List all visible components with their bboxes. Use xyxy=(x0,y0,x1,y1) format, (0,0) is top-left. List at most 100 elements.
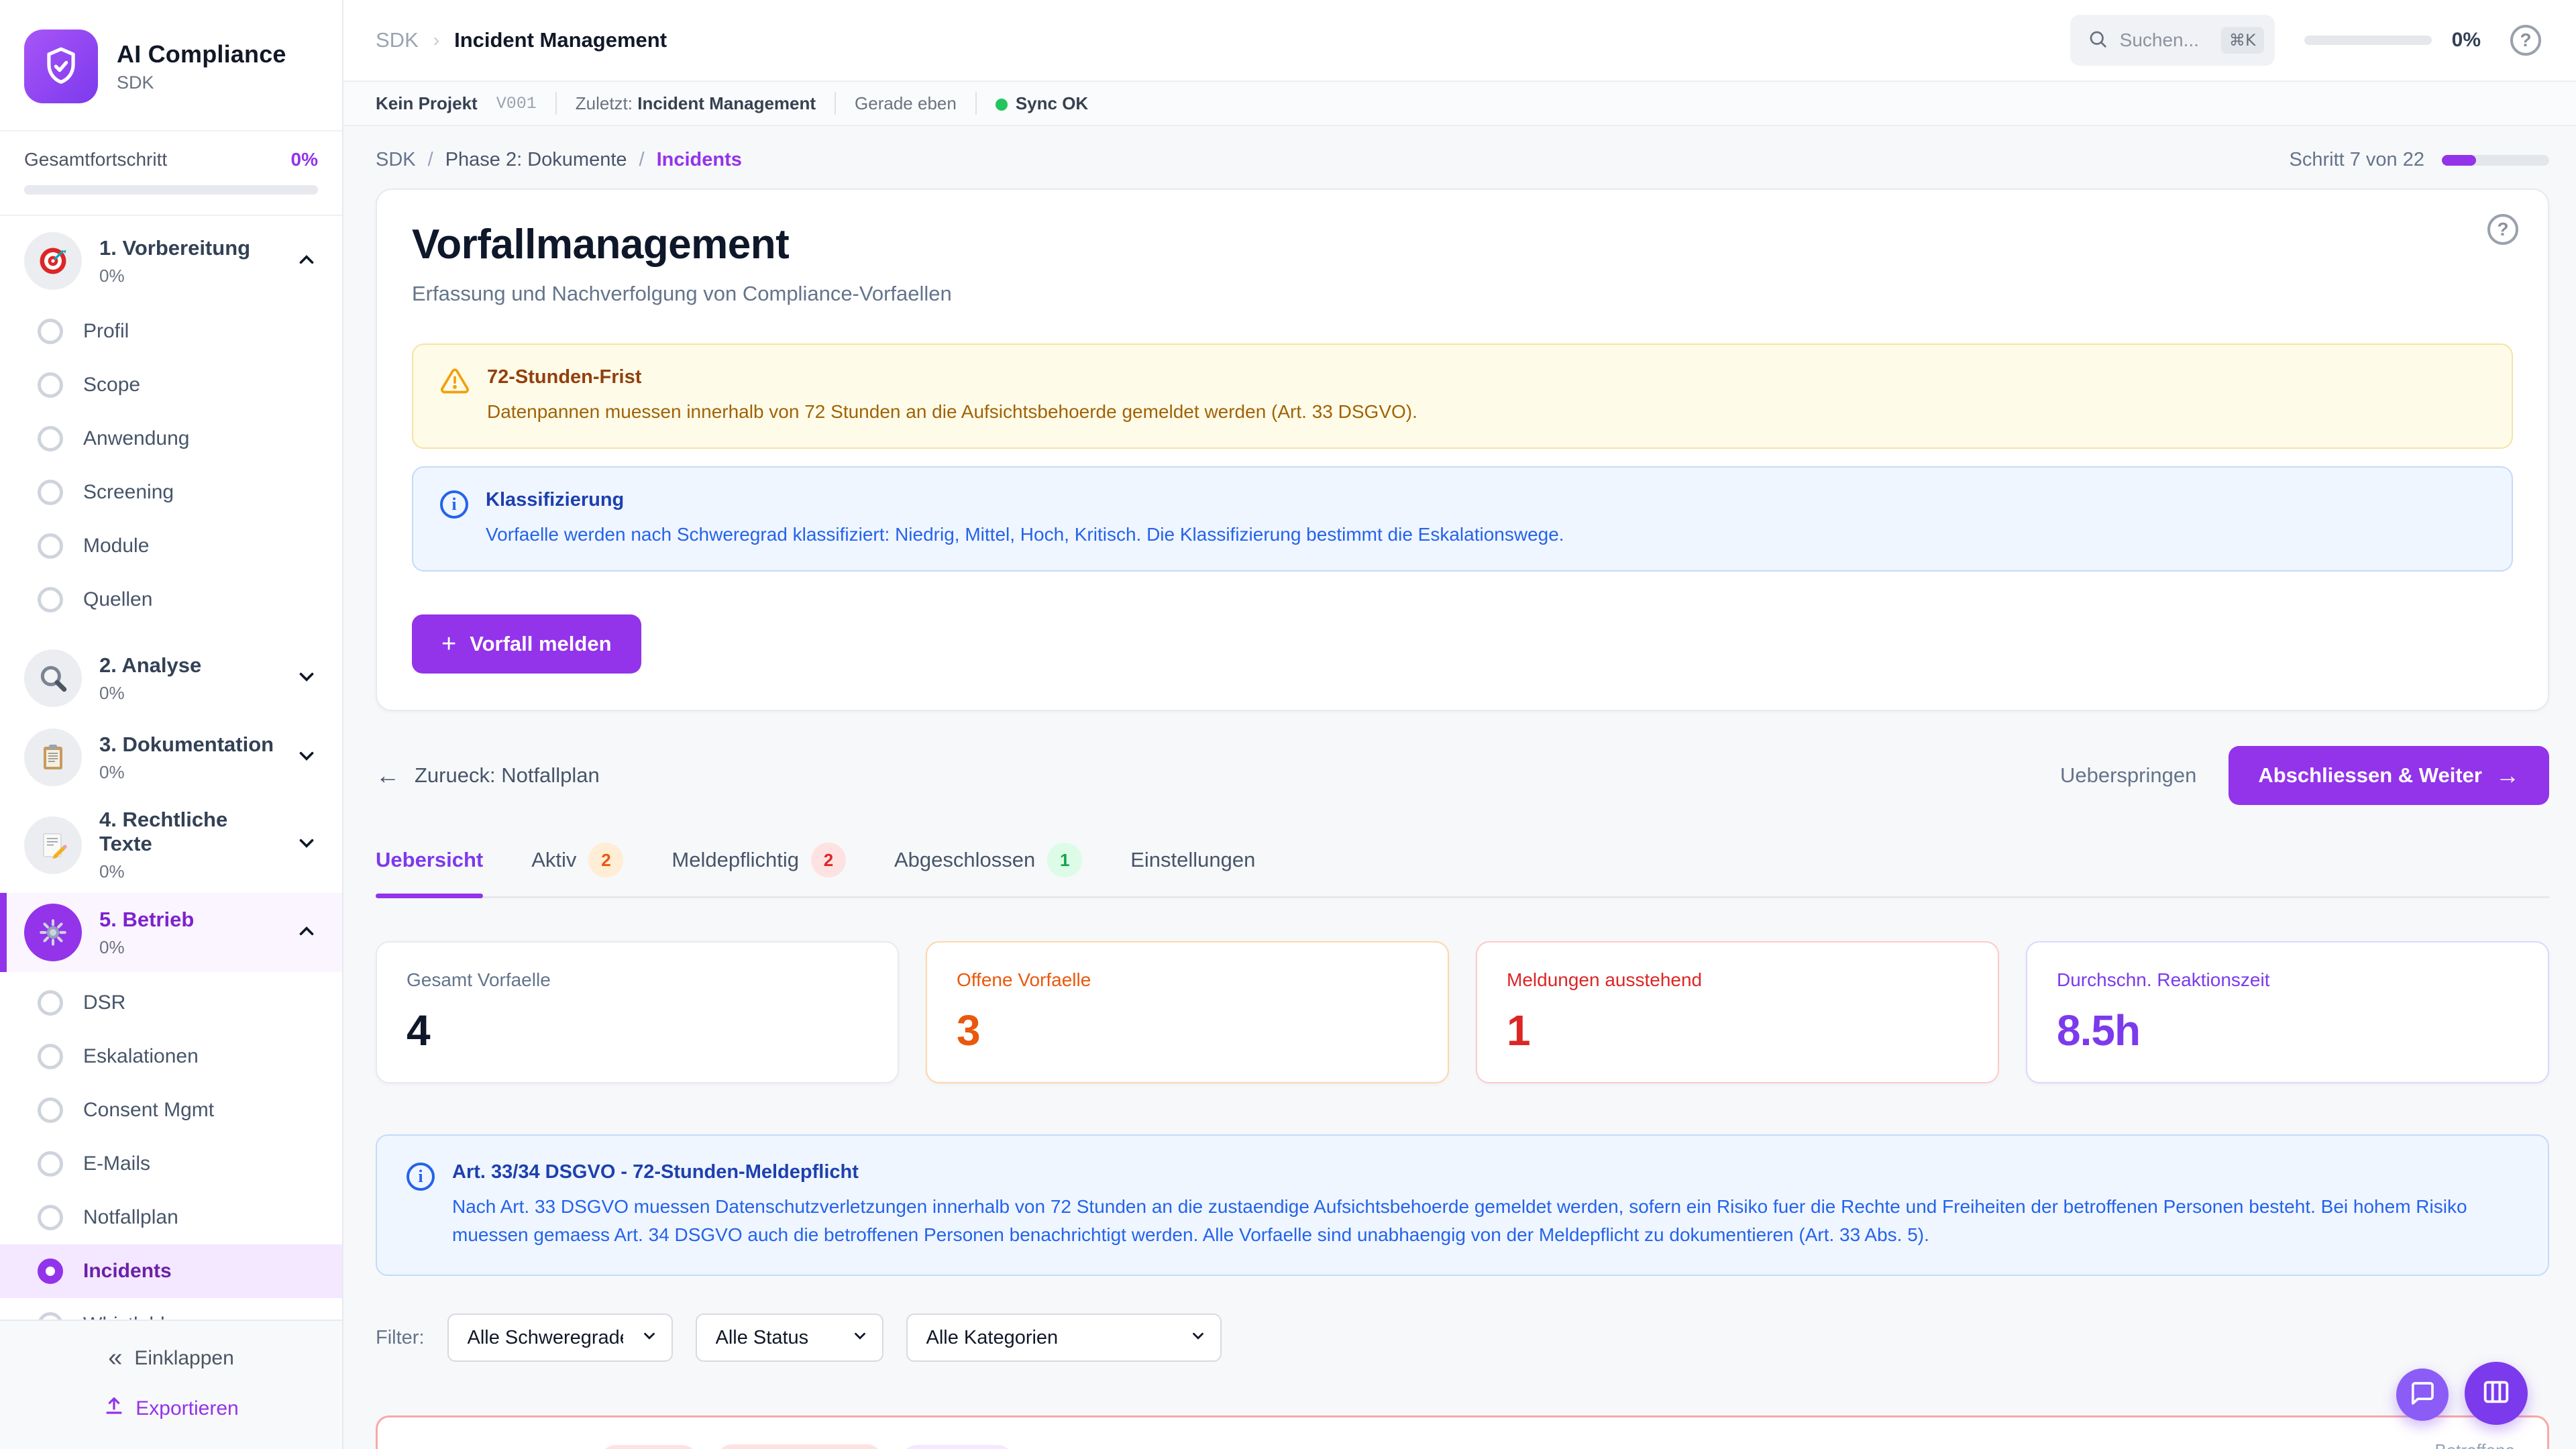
dsgvo-note-banner: i Art. 33/34 DSGVO - 72-Stunden-Meldepfl… xyxy=(376,1134,2549,1276)
sidebar-section-betrieb[interactable]: 5. Betrieb 0% xyxy=(0,893,342,972)
sidebar-item-incidents[interactable]: Incidents xyxy=(0,1244,342,1298)
report-incident-button[interactable]: + Vorfall melden xyxy=(412,614,641,674)
incident-metric-label: Betroffene xyxy=(2431,1440,2515,1449)
dsgvo-note-text: Nach Art. 33 DSGVO muessen Datenschutzve… xyxy=(452,1193,2518,1249)
warning-text: Datenpannen muessen innerhalb von 72 Stu… xyxy=(487,398,1417,426)
tab-badge: 2 xyxy=(811,843,846,877)
sidebar-section-rechtliche-texte[interactable]: 4. Rechtliche Texte 0% xyxy=(0,797,342,893)
step-progress-fill xyxy=(2442,155,2476,166)
chevron-down-icon xyxy=(295,745,318,771)
sidebar-item-dsr[interactable]: DSR xyxy=(0,976,342,1030)
panel-help-icon[interactable]: ? xyxy=(2487,214,2518,245)
search-input[interactable]: Suchen... ⌘K xyxy=(2070,15,2275,66)
target-icon xyxy=(24,232,82,290)
radio-icon xyxy=(38,372,63,398)
stat-card-total: Gesamt Vorfaelle 4 xyxy=(376,941,899,1083)
tab-bar: Uebersicht Aktiv2 Meldepflichtig2 Abgesc… xyxy=(376,843,2549,898)
tab-meldepflichtig[interactable]: Meldepflichtig2 xyxy=(672,843,846,896)
sidebar-item-profil[interactable]: Profil xyxy=(0,305,342,358)
app-subtitle: SDK xyxy=(117,72,286,93)
status-filter[interactable]: Alle Status xyxy=(696,1313,883,1362)
version-badge: V001 xyxy=(496,94,537,113)
app-logo-block: AI Compliance SDK xyxy=(0,0,342,130)
sidebar-item-module[interactable]: Module xyxy=(0,519,342,573)
breadcrumb-root[interactable]: SDK xyxy=(376,28,419,52)
collapse-sidebar-button[interactable]: « Einklappen xyxy=(108,1344,234,1373)
columns-fab-button[interactable] xyxy=(2465,1362,2528,1425)
filter-label: Filter: xyxy=(376,1327,425,1349)
tab-einstellungen[interactable]: Einstellungen xyxy=(1130,843,1255,896)
breadcrumb-current: Incident Management xyxy=(454,28,667,52)
header-progress-track xyxy=(2304,36,2432,45)
sidebar-item-quellen[interactable]: Quellen xyxy=(0,573,342,627)
classification-info-banner: i Klassifizierung Vorfaelle werden nach … xyxy=(412,466,2513,572)
topbar-breadcrumb: SDK › Incident Management xyxy=(376,28,667,52)
severity-filter-select: Alle Schweregrade xyxy=(447,1313,673,1362)
statusbar: Kein Projekt V001 Zuletzt: Incident Mana… xyxy=(343,82,2576,126)
category-filter[interactable]: Alle Kategorien xyxy=(906,1313,1222,1362)
help-icon[interactable]: ? xyxy=(2510,25,2541,56)
page-subtitle: Erfassung und Nachverfolgung von Complia… xyxy=(412,282,2513,306)
warning-triangle-icon xyxy=(440,366,470,399)
severity-filter[interactable]: Alle Schweregrade xyxy=(447,1313,673,1362)
sync-status: Sync OK xyxy=(996,93,1088,114)
app-root: AI Compliance SDK Gesamtfortschritt 0% 1… xyxy=(0,0,2576,1449)
skip-button[interactable]: Ueberspringen xyxy=(2060,763,2196,788)
sidebar-section-vorbereitung[interactable]: 1. Vorbereitung 0% xyxy=(0,221,342,301)
dsgvo-note-title: Art. 33/34 DSGVO - 72-Stunden-Meldepflic… xyxy=(452,1161,2518,1183)
sidebar-footer: « Einklappen Exportieren xyxy=(0,1320,342,1449)
search-placeholder: Suchen... xyxy=(2120,30,2209,51)
section-percent: 0% xyxy=(99,266,278,286)
back-link[interactable]: ← Zurueck: Notfallplan xyxy=(376,763,600,788)
tab-badge: 2 xyxy=(588,843,623,877)
topbar: SDK › Incident Management Suchen... ⌘K 0… xyxy=(343,0,2576,82)
sidebar-item-eskalationen[interactable]: Eskalationen xyxy=(0,1030,342,1083)
gear-icon xyxy=(24,904,82,961)
sidebar-nav: 1. Vorbereitung 0% Profil Scope Anwendun… xyxy=(0,216,342,1320)
incident-card[interactable]: INC-2026-000003 Kritisch Ransomware Geme… xyxy=(376,1415,2549,1449)
magnifier-icon xyxy=(24,649,82,707)
sidebar-item-notfallplan[interactable]: Notfallplan xyxy=(0,1191,342,1244)
sidebar-item-emails[interactable]: E-Mails xyxy=(0,1137,342,1191)
sidebar-item-whistleblower[interactable]: Whistleblower xyxy=(0,1298,342,1320)
section-label: 1. Vorbereitung xyxy=(99,236,278,260)
radio-icon xyxy=(38,480,63,505)
sidebar-section-dokumentation[interactable]: 3. Dokumentation 0% xyxy=(0,718,342,797)
divider xyxy=(555,92,557,115)
export-button[interactable]: Exportieren xyxy=(0,1395,342,1422)
complete-next-button[interactable]: Abschliessen & Weiter → xyxy=(2229,746,2549,805)
sidebar-item-screening[interactable]: Screening xyxy=(0,466,342,519)
chat-bubble-icon xyxy=(2409,1380,2436,1410)
stat-card-open: Offene Vorfaelle 3 xyxy=(926,941,1449,1083)
page-breadcrumb: SDK / Phase 2: Dokumente / Incidents Sch… xyxy=(376,149,2549,171)
breadcrumb-phase[interactable]: Phase 2: Dokumente xyxy=(445,149,627,171)
radio-selected-icon xyxy=(38,1258,63,1284)
sidebar-section-analyse[interactable]: 2. Analyse 0% xyxy=(0,639,342,718)
overall-progress-value: 0% xyxy=(291,149,318,170)
radio-icon xyxy=(38,587,63,612)
stat-cards: Gesamt Vorfaelle 4 Offene Vorfaelle 3 Me… xyxy=(376,941,2549,1083)
main-column: SDK › Incident Management Suchen... ⌘K 0… xyxy=(343,0,2576,1449)
radio-icon xyxy=(38,1044,63,1069)
category-badge: Ransomware xyxy=(715,1444,884,1449)
radio-icon xyxy=(38,533,63,559)
step-label: Schritt 7 von 22 xyxy=(2290,149,2425,171)
overall-progress-track xyxy=(24,185,318,195)
sidebar: AI Compliance SDK Gesamtfortschritt 0% 1… xyxy=(0,0,343,1449)
tab-uebersicht[interactable]: Uebersicht xyxy=(376,843,483,896)
severity-badge: Kritisch xyxy=(599,1445,699,1449)
tab-abgeschlossen[interactable]: Abgeschlossen1 xyxy=(894,843,1082,896)
double-chevron-left-icon: « xyxy=(108,1344,122,1373)
sidebar-item-consent-mgmt[interactable]: Consent Mgmt xyxy=(0,1083,342,1137)
tab-aktiv[interactable]: Aktiv2 xyxy=(531,843,623,896)
chat-fab-button[interactable] xyxy=(2396,1368,2449,1421)
section-betrieb-items: DSR Eskalationen Consent Mgmt E-Mails No… xyxy=(0,972,342,1320)
search-icon xyxy=(2088,29,2108,52)
chevron-up-icon xyxy=(295,920,318,946)
breadcrumb-sdk[interactable]: SDK xyxy=(376,149,416,171)
status-badge: Gemeldet xyxy=(900,1445,1015,1449)
sidebar-item-scope[interactable]: Scope xyxy=(0,358,342,412)
radio-icon xyxy=(38,1151,63,1177)
last-saved-time: Gerade eben xyxy=(855,93,957,114)
sidebar-item-anwendung[interactable]: Anwendung xyxy=(0,412,342,466)
